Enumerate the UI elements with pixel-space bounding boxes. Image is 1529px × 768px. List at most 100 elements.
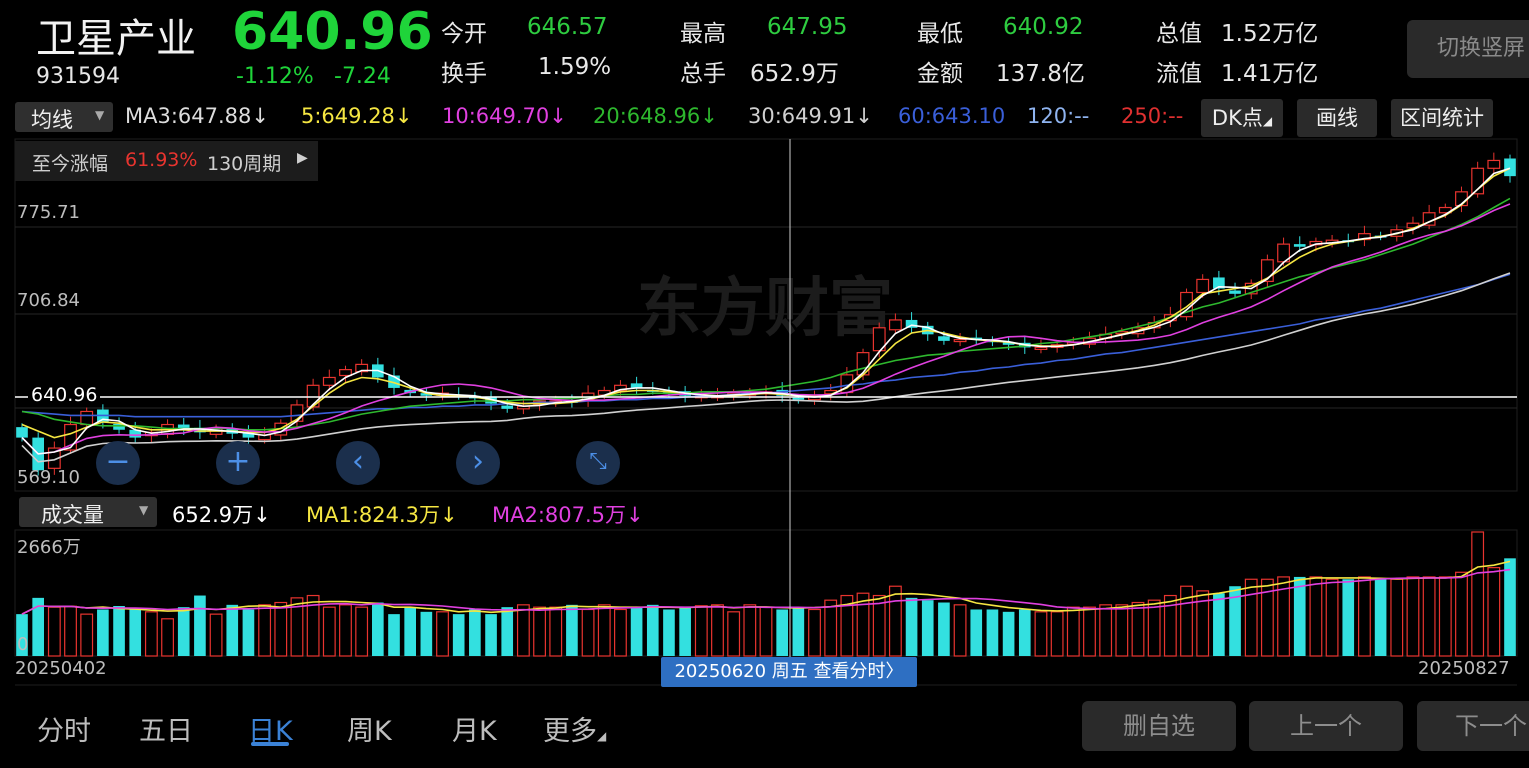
candle <box>322 369 336 391</box>
volume-bar <box>339 604 352 657</box>
volume-bar <box>888 585 902 657</box>
volume-bar <box>226 604 239 656</box>
date-start: 20250402 <box>15 658 107 679</box>
volume-bar <box>1390 578 1404 657</box>
volume-bar <box>776 609 788 656</box>
candle-body <box>953 338 967 343</box>
volume-selector-label: 成交量 <box>41 503 104 527</box>
volume-bar <box>1131 601 1145 657</box>
volume-bar <box>824 599 838 657</box>
volume-bar <box>630 607 643 656</box>
volume-bar <box>516 604 530 657</box>
kline-chart[interactable]: 东方财富 <box>0 0 1529 768</box>
price-axis-bottom: 569.10 <box>17 467 80 488</box>
date-end: 20250827 <box>1418 658 1510 679</box>
tab-monthly-k[interactable]: 月K <box>452 709 497 748</box>
volume-bar <box>694 605 708 657</box>
volume-bar <box>420 611 433 656</box>
candle <box>630 376 643 395</box>
volume-bar <box>727 611 741 657</box>
volume-bar <box>47 606 61 657</box>
volume-bar <box>388 614 400 656</box>
volume-bar <box>1293 576 1306 656</box>
remove-watchlist-button[interactable]: 删自选 <box>1082 701 1236 751</box>
volume-bar <box>1487 567 1501 657</box>
candle-body <box>938 336 950 341</box>
volume-bar <box>711 604 724 657</box>
candle <box>1229 282 1241 298</box>
volume-selector[interactable]: 成交量 ▼ <box>19 497 157 527</box>
volume-bar <box>1244 578 1258 657</box>
candle-body <box>322 376 336 386</box>
candle-body <box>1487 159 1501 169</box>
volume-bar <box>679 607 691 656</box>
price-axis-mid: 706.84 <box>17 290 80 311</box>
corner-triangle-icon: ◢ <box>597 729 607 743</box>
volume-bar <box>986 609 999 656</box>
volume-bar <box>566 604 578 656</box>
scroll-left-button[interactable]: ‹ <box>336 441 380 485</box>
cursor-date-text: 20250620 周五 查看分时 <box>674 661 886 682</box>
volume-bar <box>194 595 206 656</box>
zoom-out-button[interactable]: − <box>96 441 140 485</box>
price-grid <box>14 138 1518 686</box>
volume-bar <box>372 602 384 656</box>
volume-bar <box>646 604 659 656</box>
tab-five-day[interactable]: 五日 <box>139 709 193 748</box>
volume-bar <box>129 609 142 656</box>
volume-bar <box>1066 606 1080 657</box>
range-stat-label: 至今涨幅 <box>32 153 109 175</box>
volume-bar <box>663 609 675 656</box>
collapse-icon[interactable]: ⤡ <box>576 441 620 485</box>
dropdown-caret-icon: ▼ <box>139 503 149 517</box>
volume-bar <box>501 607 514 656</box>
volume-bar <box>1325 578 1339 657</box>
volume-bar <box>485 614 497 656</box>
candle <box>905 312 918 334</box>
volume-bar <box>1083 606 1096 657</box>
volume-bar <box>872 594 886 657</box>
volume-bar <box>1438 576 1452 657</box>
volume-bar <box>1018 609 1031 656</box>
volume-bar <box>1115 604 1129 657</box>
volume-bar <box>1099 604 1113 657</box>
volume-bar <box>953 604 967 657</box>
volume-ma1: MA1:824.3万↓ <box>306 503 458 527</box>
volume-ma2: MA2:807.5万↓ <box>492 503 644 527</box>
volume-bar <box>258 604 272 657</box>
chevron-right-icon: 〉 <box>885 661 904 682</box>
tab-more-label: 更多 <box>543 716 597 747</box>
volume-bar <box>1213 593 1225 656</box>
tab-more[interactable]: 更多◢ <box>543 709 606 748</box>
candle <box>1083 331 1096 349</box>
volume-bar <box>1358 576 1371 657</box>
previous-button[interactable]: 上一个 <box>1249 701 1403 751</box>
zoom-in-button[interactable]: + <box>216 441 260 485</box>
candle <box>1422 204 1436 230</box>
candle-body <box>80 410 94 426</box>
next-button[interactable]: 下一个 <box>1417 701 1529 751</box>
volume-bar <box>792 607 805 656</box>
cursor-date-label[interactable]: 20250620 周五 查看分时〉 <box>661 657 917 687</box>
volume-bar <box>1002 611 1015 656</box>
range-stat-panel[interactable]: 至今涨幅 61.93% 130周期 ▶ <box>15 141 318 181</box>
volume-bar <box>113 606 125 656</box>
tab-weekly-k[interactable]: 周K <box>347 709 392 748</box>
candle <box>1487 152 1501 174</box>
candle-body <box>501 405 514 409</box>
volume-bar <box>1471 531 1485 657</box>
candle <box>970 329 983 345</box>
volume-bar <box>1147 599 1161 657</box>
volume-bar <box>97 609 109 656</box>
tab-intraday[interactable]: 分时 <box>37 709 91 748</box>
volume-bar <box>743 604 757 657</box>
candle <box>953 333 967 347</box>
volume-bar <box>921 600 934 656</box>
volume-bar <box>808 608 821 657</box>
scroll-right-button[interactable]: › <box>456 441 500 485</box>
candle <box>452 387 465 400</box>
expand-arrow-icon: ▶ <box>297 150 308 166</box>
candle <box>1260 254 1274 288</box>
volume-value: 652.9万↓ <box>172 503 271 527</box>
range-stat-periods: 130周期 <box>207 153 282 175</box>
